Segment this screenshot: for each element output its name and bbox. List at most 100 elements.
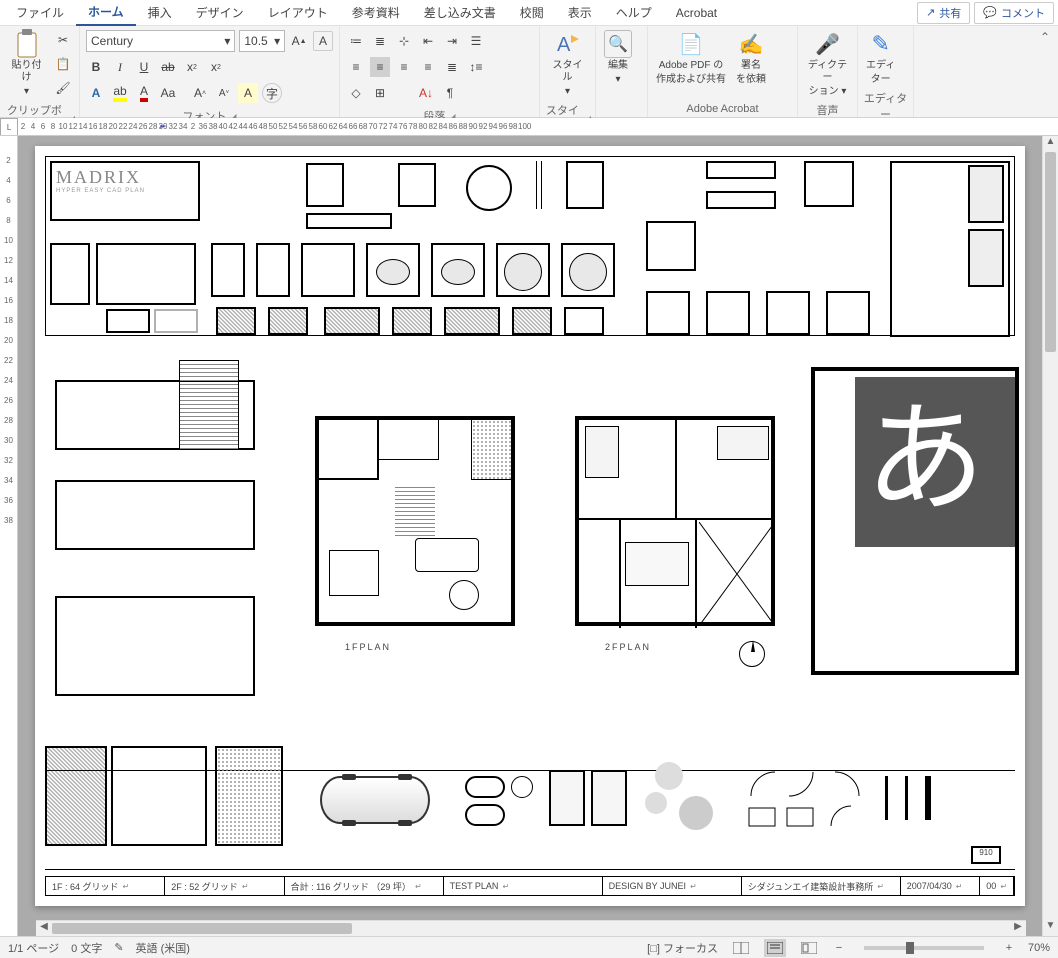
compass-icon — [739, 641, 765, 667]
increase-indent-button[interactable]: ⇥ — [442, 31, 462, 51]
status-language[interactable]: 英語 (米国) — [136, 940, 190, 956]
scroll-down-button[interactable]: ▼ — [1043, 920, 1058, 936]
cad-drawing: MADRIX HYPER EASY CAD PLAN — [45, 156, 1015, 896]
align-center-button[interactable]: ≡ — [370, 57, 390, 77]
editing-button[interactable]: 🔍 編集 ▾ — [600, 28, 636, 88]
scroll-right-button[interactable]: ▶ — [1010, 921, 1026, 936]
numbering-button[interactable]: ≣ — [370, 31, 390, 51]
font-size-combo[interactable]: 10.5▾ — [239, 30, 285, 52]
zoom-handle[interactable] — [906, 942, 914, 954]
tab-acrobat[interactable]: Acrobat — [664, 2, 729, 24]
spellcheck-icon[interactable]: ✎ — [114, 941, 123, 954]
tab-design[interactable]: デザイン — [184, 0, 256, 25]
brand-logo-text: MADRIX — [56, 167, 194, 188]
plan2-label: 2FPLAN — [605, 642, 651, 652]
bold-button[interactable]: B — [86, 57, 106, 77]
read-mode-button[interactable] — [730, 939, 752, 957]
create-pdf-button[interactable]: 📄 Adobe PDF の 作成および共有 — [652, 28, 730, 88]
font-color-button[interactable]: A — [134, 83, 154, 103]
tab-mailings[interactable]: 差し込み文書 — [412, 0, 508, 25]
tab-review[interactable]: 校閲 — [508, 0, 556, 25]
format-painter-button[interactable]: 🖌 — [53, 78, 73, 98]
styles-button[interactable]: A スタイル ▾ — [544, 28, 591, 100]
scroll-v-thumb[interactable] — [1045, 152, 1056, 352]
tab-file[interactable]: ファイル — [4, 0, 76, 25]
ribbon-group-acrobat: 📄 Adobe PDF の 作成および共有 ✍ 署名 を依頼 Adobe Acr… — [648, 26, 798, 117]
paste-button[interactable]: 貼り付け ▾ — [4, 28, 49, 100]
scroll-h-thumb[interactable] — [52, 923, 352, 934]
ruler-vertical[interactable]: 2468101214161820222426283032343638 — [0, 136, 18, 936]
character-border-button[interactable]: A — [313, 31, 333, 51]
multilevel-button[interactable]: ⊹ — [394, 31, 414, 51]
scrollbar-vertical[interactable]: ▲ ▼ — [1042, 136, 1058, 936]
palette-strip: MADRIX HYPER EASY CAD PLAN — [45, 156, 1015, 336]
zoom-slider[interactable] — [864, 946, 984, 950]
editor-button[interactable]: ✎ エディ ター — [862, 28, 899, 88]
share-button[interactable]: ↗共有 — [917, 2, 970, 24]
align-left-button[interactable]: ≡ — [346, 57, 366, 77]
request-sign-button[interactable]: ✍ 署名 を依頼 — [732, 28, 770, 88]
ribbon-group-styles: A スタイル ▾ スタイル◢ — [540, 26, 596, 117]
ribbon-group-editor: ✎ エディ ター エディター — [858, 26, 914, 117]
status-page[interactable]: 1/1 ページ — [8, 940, 59, 956]
title-block: 1F : 64 グリッド↵ 2F : 52 グリッド↵ 合計 : 116 グリッ… — [45, 876, 1015, 896]
justify-button[interactable]: ≡ — [418, 57, 438, 77]
tab-insert[interactable]: 挿入 — [136, 0, 184, 25]
highlight-button[interactable]: ab — [110, 83, 130, 103]
tab-help[interactable]: ヘルプ — [604, 0, 664, 25]
tb-cell-0: 1F : 64 グリッド↵ — [46, 877, 165, 895]
scroll-up-button[interactable]: ▲ — [1043, 136, 1058, 152]
shrink-font-button[interactable]: A˅ — [214, 83, 234, 103]
enclosed-char-button[interactable]: 字 — [262, 83, 282, 103]
document-area[interactable]: MADRIX HYPER EASY CAD PLAN — [18, 136, 1042, 936]
zoom-level[interactable]: 70% — [1028, 942, 1050, 954]
scroll-left-button[interactable]: ◀ — [36, 921, 52, 936]
clear-format-button[interactable]: A — [238, 83, 258, 103]
svg-text:A: A — [557, 34, 571, 56]
web-layout-button[interactable] — [798, 939, 820, 957]
italic-button[interactable]: I — [110, 57, 130, 77]
line-spacing-button[interactable]: ↕≡ — [466, 57, 486, 77]
decrease-indent-button[interactable]: ⇤ — [418, 31, 438, 51]
menu-bar: ファイル ホーム 挿入 デザイン レイアウト 参考資料 差し込み文書 校閲 表示… — [0, 0, 1058, 26]
underline-button[interactable]: U — [134, 57, 154, 77]
show-marks-button[interactable]: ¶ — [440, 83, 460, 103]
grow-font2-button[interactable]: A˄ — [190, 83, 210, 103]
zoom-out-button[interactable]: − — [832, 942, 846, 954]
focus-mode-button[interactable]: [□] フォーカス — [647, 940, 718, 956]
font-name-combo[interactable]: Century▾ — [86, 30, 235, 52]
zoom-in-button[interactable]: + — [1002, 942, 1016, 954]
asian-layout-button[interactable]: ☰ — [466, 31, 486, 51]
align-right-button[interactable]: ≡ — [394, 57, 414, 77]
tab-home[interactable]: ホーム — [76, 0, 136, 26]
borders-button[interactable]: ⊞ — [370, 83, 390, 103]
right-block: あ — [815, 371, 1015, 671]
tab-selector[interactable]: L — [0, 118, 18, 136]
text-effects-button[interactable]: A — [86, 83, 106, 103]
copy-button[interactable]: 📋 — [53, 54, 73, 74]
collapse-ribbon-button[interactable]: ⌃ — [1032, 26, 1058, 117]
scrollbar-horizontal[interactable]: ◀ ▶ — [36, 920, 1026, 936]
status-words[interactable]: 0 文字 — [71, 940, 102, 956]
dictate-button[interactable]: 🎤 ディクテー ション ▾ — [802, 28, 853, 100]
clipboard-icon — [13, 30, 41, 58]
ruler-indent-marker[interactable]: ⌐ — [160, 122, 166, 133]
tab-layout[interactable]: レイアウト — [256, 0, 340, 25]
comment-button[interactable]: 💬コメント — [974, 2, 1054, 24]
ribbon-group-clipboard: 貼り付け ▾ ✂ 📋 🖌 クリップボード◢ — [0, 26, 80, 117]
change-case-button[interactable]: Aa — [158, 83, 178, 103]
sort-button[interactable]: A↓ — [416, 83, 436, 103]
cut-button[interactable]: ✂ — [53, 30, 73, 50]
bullets-button[interactable]: ≔ — [346, 31, 366, 51]
print-layout-button[interactable] — [764, 939, 786, 957]
tab-references[interactable]: 参考資料 — [340, 0, 412, 25]
ruler-horizontal[interactable]: L ⌐ 246810121416182022242628303234236384… — [0, 118, 1058, 136]
superscript-button[interactable]: x2 — [206, 57, 226, 77]
grow-font-button[interactable]: A▲ — [289, 31, 309, 51]
tab-view[interactable]: 表示 — [556, 0, 604, 25]
strike-button[interactable]: ab — [158, 57, 178, 77]
workspace: 2468101214161820222426283032343638 MADRI… — [0, 136, 1058, 936]
shading-button[interactable]: ◇ — [346, 83, 366, 103]
distribute-button[interactable]: ≣ — [442, 57, 462, 77]
subscript-button[interactable]: x2 — [182, 57, 202, 77]
